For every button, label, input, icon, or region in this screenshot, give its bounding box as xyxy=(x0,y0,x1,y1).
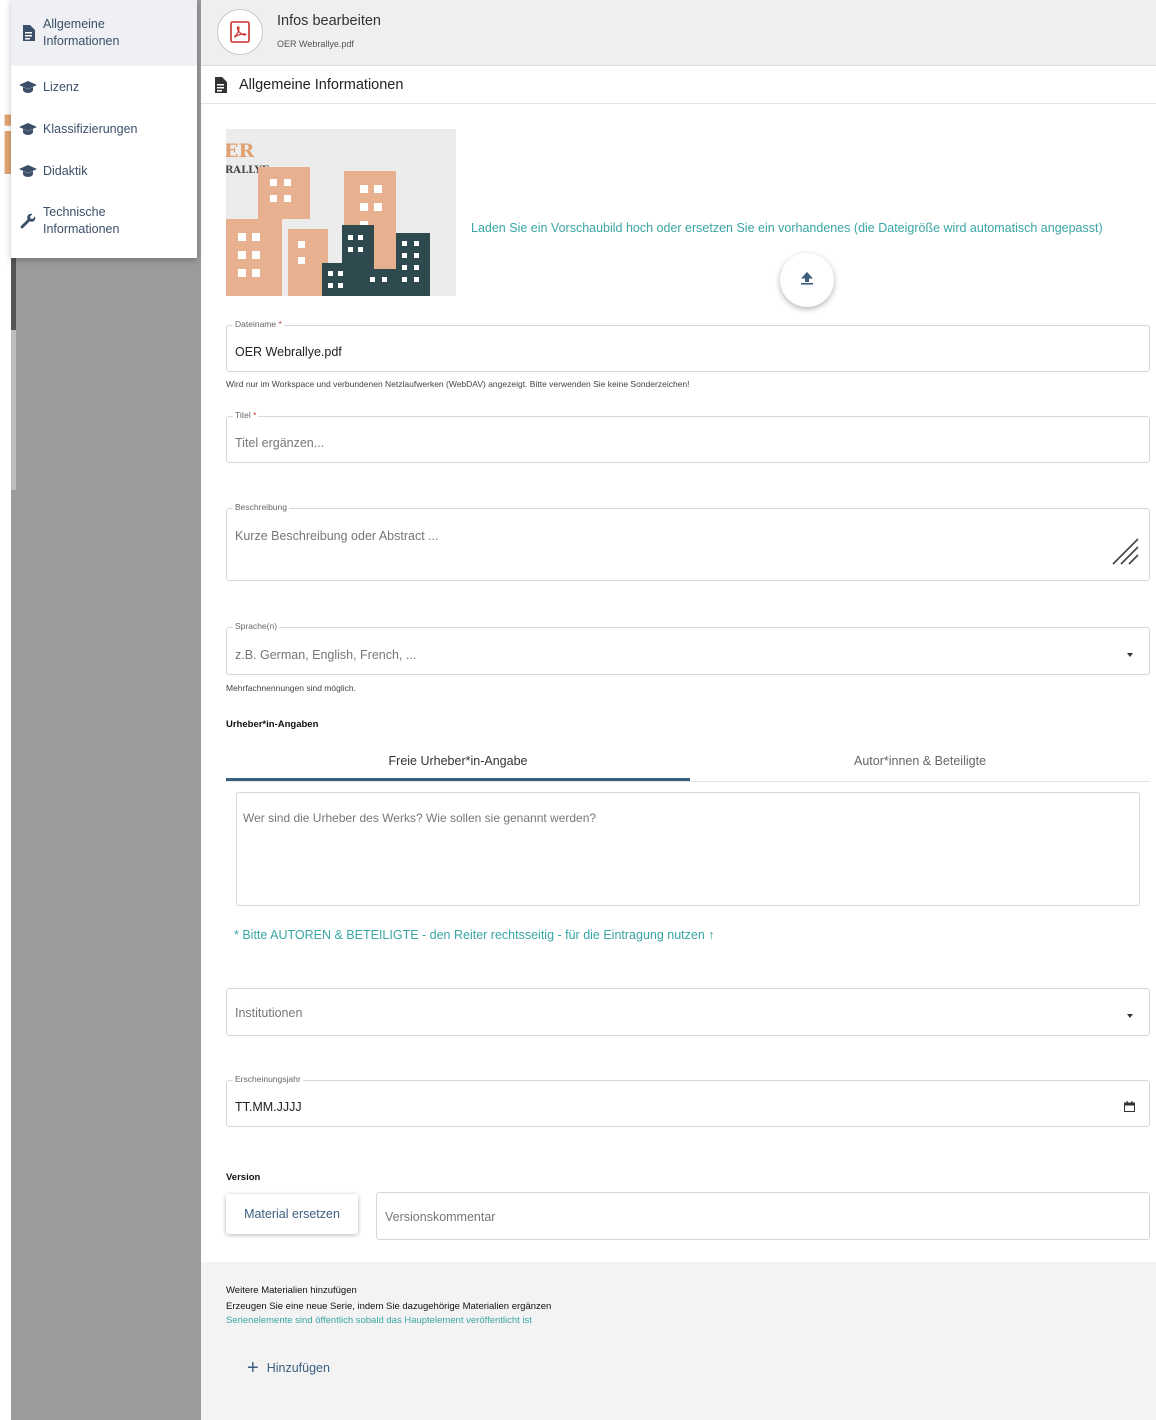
graduation-cap-icon xyxy=(17,81,39,93)
nav-item-label: Didaktik xyxy=(43,163,88,178)
chevron-down-icon xyxy=(1127,653,1133,657)
section-nav-menu: Allgemeine Informationen Lizenz Klassifi… xyxy=(11,0,197,258)
more-materials-text: Erzeugen Sie eine neue Serie, indem Sie … xyxy=(226,1301,552,1312)
more-materials-title: Weitere Materialien hinzufügen xyxy=(226,1285,357,1296)
more-materials-panel: Weitere Materialien hinzufügen Erzeugen … xyxy=(201,1262,1156,1420)
nav-item-didactics[interactable]: Didaktik xyxy=(11,158,197,184)
more-materials-note: Serienelemente sind öffentlich sobald da… xyxy=(226,1315,532,1326)
background-panel xyxy=(11,330,16,490)
filename-field[interactable]: Dateiname * OER Webrallye.pdf xyxy=(226,319,1150,372)
upload-icon xyxy=(799,270,815,291)
nav-item-label: Technische Informationen xyxy=(43,205,120,236)
publication-year-value: TT.MM.JJJJ xyxy=(235,1100,302,1114)
nav-item-label: Lizenz xyxy=(43,79,80,94)
pdf-icon xyxy=(217,9,263,55)
nav-item-label: Klassifizierungen xyxy=(43,121,138,136)
calendar-icon[interactable] xyxy=(1124,1099,1135,1117)
document-icon xyxy=(17,25,39,41)
nav-item-license[interactable]: Lizenz xyxy=(11,74,197,100)
tab-free-author[interactable]: Freie Urheber*in-Angabe xyxy=(226,742,690,780)
authors-note: * Bitte AUTOREN & BETEILIGTE - den Reite… xyxy=(234,928,715,942)
filename-label: Dateiname * xyxy=(233,319,284,329)
background-scrollbar xyxy=(11,258,16,330)
document-icon xyxy=(214,76,227,93)
nav-item-general-info[interactable]: Allgemeine Informationen xyxy=(11,0,197,66)
dialog-title: Infos bearbeiten xyxy=(277,13,381,29)
tab-indicator xyxy=(226,778,690,781)
plus-icon: + xyxy=(247,1357,259,1379)
publication-year-field[interactable]: Erscheinungsjahr TT.MM.JJJJ xyxy=(226,1074,1150,1127)
authors-heading: Urheber*in-Angaben xyxy=(226,719,319,730)
description-placeholder: Kurze Beschreibung oder Abstract ... xyxy=(235,529,439,543)
version-comment-field[interactable]: Versionskommentar xyxy=(376,1192,1150,1240)
version-heading: Version xyxy=(226,1172,261,1183)
section-heading-bar: Allgemeine Informationen xyxy=(201,66,1156,104)
title-field[interactable]: Titel * Titel ergänzen... xyxy=(226,410,1150,463)
language-select[interactable]: Sprache(n) z.B. German, English, French,… xyxy=(226,621,1150,675)
replace-material-button[interactable]: Material ersetzen xyxy=(226,1194,358,1234)
resize-handle-icon[interactable] xyxy=(1111,537,1139,570)
language-hint: Mehrfachnennungen sind möglich. xyxy=(226,683,356,693)
institutions-select[interactable]: Institutionen xyxy=(226,988,1150,1036)
filename-value: OER Webrallye.pdf xyxy=(235,345,342,359)
nav-item-label: Allgemeine Informationen xyxy=(43,17,120,48)
upload-preview-button[interactable] xyxy=(780,253,834,307)
preview-upload-text: Laden Sie ein Vorschaubild hoch oder ers… xyxy=(471,221,1103,235)
graduation-cap-icon xyxy=(17,165,39,177)
nav-item-classifications[interactable]: Klassifizierungen xyxy=(11,116,197,142)
publication-year-label: Erscheinungsjahr xyxy=(233,1074,303,1084)
graduation-cap-icon xyxy=(17,123,39,135)
version-comment-placeholder: Versionskommentar xyxy=(385,1210,496,1224)
add-material-button[interactable]: + Hinzufügen xyxy=(247,1358,330,1378)
preview-logo-line1: ER xyxy=(226,140,254,162)
free-author-textarea[interactable]: Wer sind die Urheber des Werks? Wie soll… xyxy=(236,792,1140,906)
authors-tabs: Freie Urheber*in-Angabe Autor*innen & Be… xyxy=(226,742,1150,782)
free-author-placeholder: Wer sind die Urheber des Werks? Wie soll… xyxy=(243,811,597,825)
chevron-down-icon xyxy=(1127,1014,1133,1018)
language-label: Sprache(n) xyxy=(233,621,280,631)
title-placeholder: Titel ergänzen... xyxy=(235,436,325,450)
tab-authors-contributors[interactable]: Autor*innen & Beteiligte xyxy=(690,742,1150,780)
left-edge-strip xyxy=(0,0,11,1420)
description-field[interactable]: Beschreibung Kurze Beschreibung oder Abs… xyxy=(226,502,1150,581)
preview-image: ER RALLYE xyxy=(226,129,456,296)
dialog-header: Infos bearbeiten OER Webrallye.pdf xyxy=(201,0,1156,66)
dialog-subtitle: OER Webrallye.pdf xyxy=(277,39,354,49)
wrench-icon xyxy=(17,213,39,229)
nav-item-technical-info[interactable]: Technische Informationen xyxy=(11,200,197,242)
description-label: Beschreibung xyxy=(233,502,289,512)
filename-hint: Wird nur im Workspace und verbundenen Ne… xyxy=(226,379,690,389)
title-label: Titel * xyxy=(233,410,259,420)
section-title: Allgemeine Informationen xyxy=(239,76,404,93)
language-placeholder: z.B. German, English, French, ... xyxy=(235,648,417,662)
add-button-label: Hinzufügen xyxy=(266,1361,330,1375)
institutions-placeholder: Institutionen xyxy=(235,1006,303,1020)
